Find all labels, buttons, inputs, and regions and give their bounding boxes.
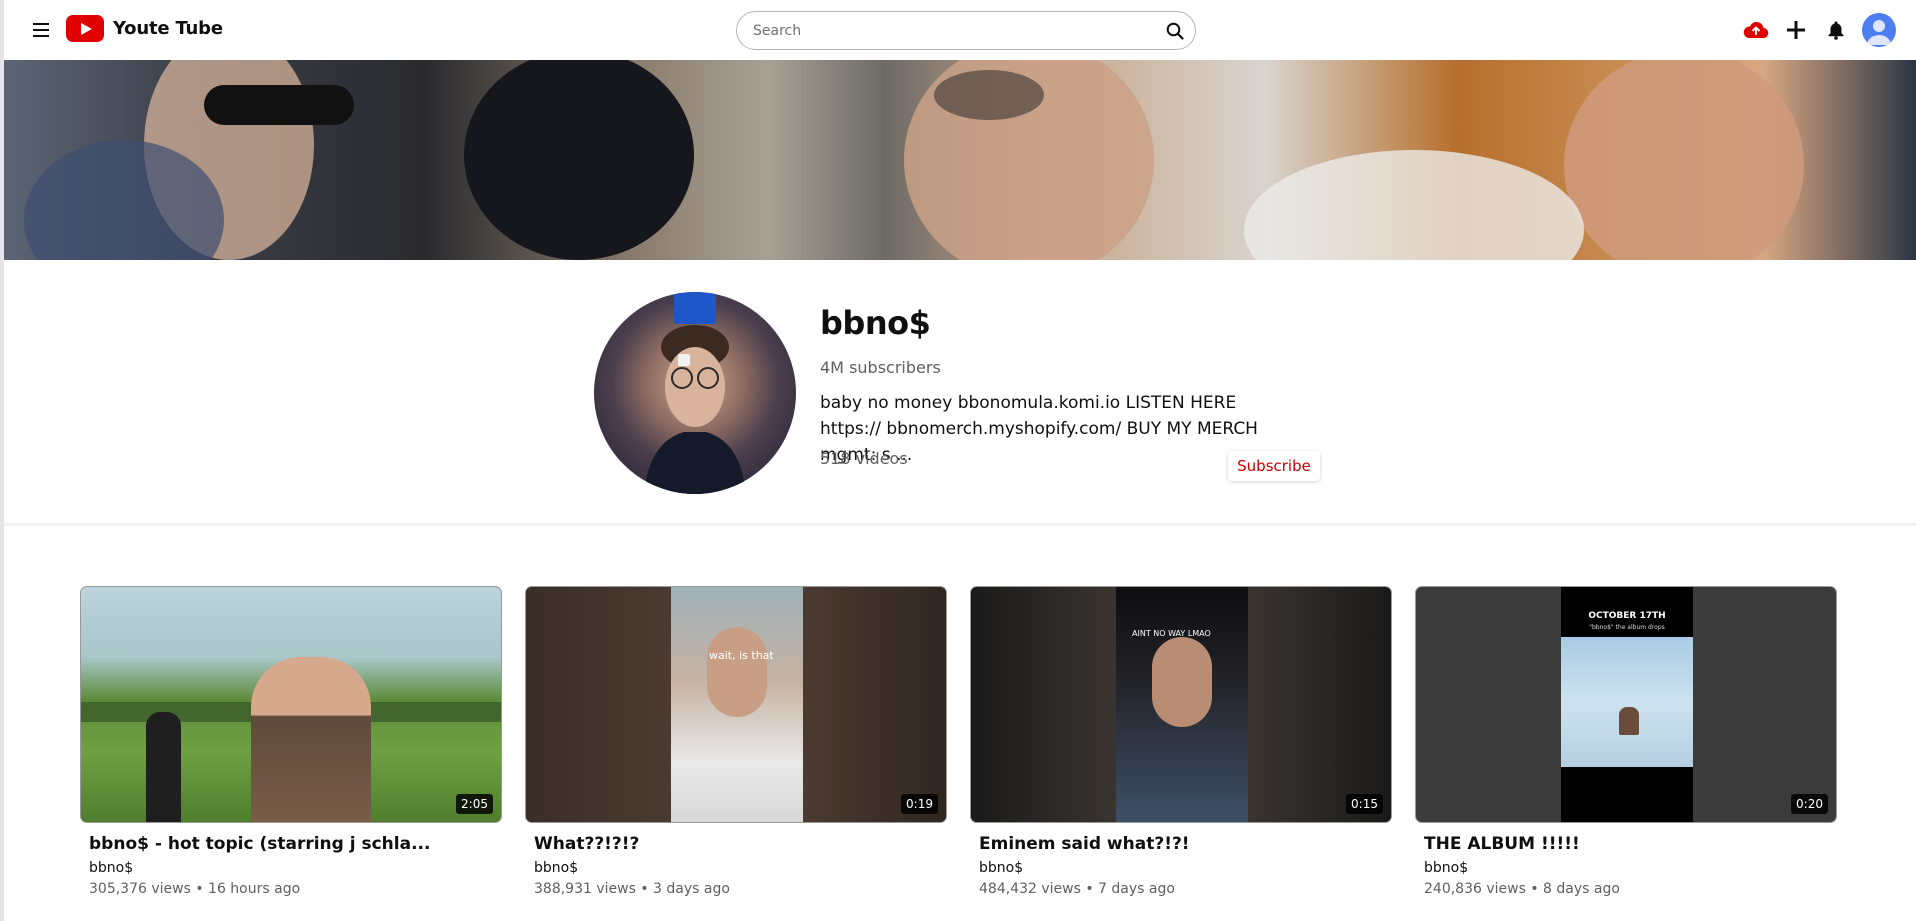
video-duration: 0:15 [1346,794,1383,814]
video-channel[interactable]: bbno$ [1424,860,1837,876]
video-meta: 388,931 views • 3 days ago [534,881,730,897]
video-channel[interactable]: bbno$ [89,860,502,876]
video-thumbnail[interactable]: 2:05 [80,586,502,823]
video-card[interactable]: 2:05 bbno$ - hot topic (starring j schla… [80,586,502,897]
video-count: 518 videos [820,449,908,468]
section-divider [4,523,1916,526]
video-title[interactable]: Eminem said what?!?! [979,834,1392,854]
video-card[interactable]: wait, is that 0:19 What??!?!? bbno$ 388,… [525,586,947,897]
video-duration: 2:05 [456,794,493,814]
thumbnail-caption: OCTOBER 17TH [1588,611,1666,621]
video-thumbnail[interactable]: AINT NO WAY LMAO 0:15 [970,586,1392,823]
video-title[interactable]: What??!?!? [534,834,947,854]
home-logo[interactable]: Youte Tube [66,15,223,42]
video-meta: 305,376 views • 16 hours ago [89,881,301,897]
video-duration: 0:19 [901,794,938,814]
thumbnail-subcaption: "bbno$" the album drops [1589,624,1665,631]
upload-icon[interactable] [1736,10,1776,50]
search-icon[interactable] [1155,12,1195,50]
top-header: Youte Tube [4,0,1916,60]
subscribe-button[interactable]: Subscribe [1228,451,1320,481]
create-icon[interactable] [1776,10,1816,50]
video-thumbnail[interactable]: wait, is that 0:19 [525,586,947,823]
channel-name: bbno$ [820,304,931,342]
channel-avatar[interactable] [594,292,796,494]
video-title[interactable]: bbno$ - hot topic (starring j schla... [89,834,502,854]
video-meta: 240,836 views • 8 days ago [1424,881,1620,897]
user-avatar-icon[interactable] [1862,13,1896,47]
logo-text: Youte Tube [113,18,223,39]
video-meta: 484,432 views • 7 days ago [979,881,1175,897]
header-actions [1736,10,1896,50]
video-duration: 0:20 [1791,794,1828,814]
bell-icon[interactable] [1816,10,1856,50]
thumbnail-caption: AINT NO WAY LMAO [1132,629,1211,638]
video-channel[interactable]: bbno$ [979,860,1392,876]
video-card[interactable]: OCTOBER 17TH "bbno$" the album drops 0:2… [1415,586,1837,897]
video-channel[interactable]: bbno$ [534,860,947,876]
video-thumbnail[interactable]: OCTOBER 17TH "bbno$" the album drops 0:2… [1415,586,1837,823]
youtube-logo-icon [66,15,104,42]
search-input[interactable] [737,22,1155,39]
subscriber-count: 4M subscribers [820,358,941,377]
channel-banner [4,60,1916,260]
search-box [736,11,1196,50]
thumbnail-caption: wait, is that [709,649,774,662]
menu-icon[interactable] [30,18,54,42]
video-card[interactable]: AINT NO WAY LMAO 0:15 Eminem said what?!… [970,586,1392,897]
video-title[interactable]: THE ALBUM !!!!! [1424,834,1837,854]
